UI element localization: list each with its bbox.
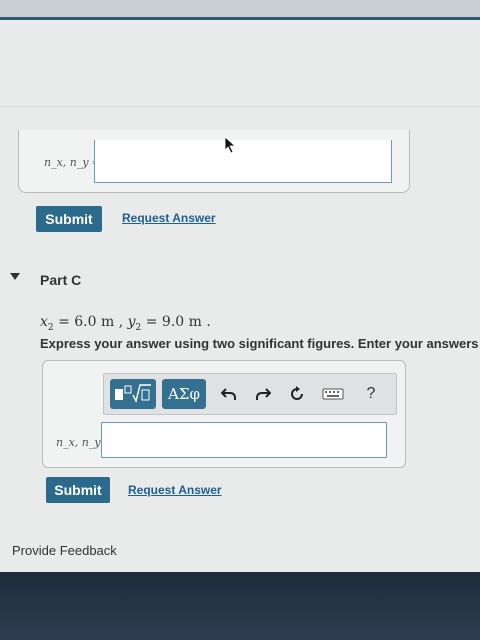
part-b-answer-input[interactable] (94, 140, 392, 183)
redo-icon (256, 388, 271, 400)
reset-button[interactable] (284, 379, 310, 409)
templates-sqrt-icon (115, 384, 151, 404)
part-c-collapse-toggle-icon[interactable] (10, 273, 20, 280)
part-c-title: Part C (40, 272, 82, 288)
part-c-answer-input[interactable] (101, 422, 387, 458)
mouse-pointer-icon (224, 136, 237, 154)
y-symbol: y (127, 314, 136, 330)
part-b-request-answer-link[interactable]: Request Answer (122, 211, 216, 225)
help-button[interactable]: ? (358, 379, 384, 409)
part-b-answer-label: n_x, n_y = (44, 156, 102, 169)
y-value: = 9.0 m . (141, 314, 211, 330)
templates-button[interactable] (110, 379, 156, 409)
part-c-given-values: x2 = 6.0 m , y2 = 9.0 m . (40, 314, 211, 333)
part-b-submit-button[interactable]: Submit (36, 206, 102, 232)
part-c-request-answer-link[interactable]: Request Answer (128, 483, 222, 497)
greek-symbols-button[interactable]: ΑΣφ (162, 379, 206, 409)
reset-icon (291, 386, 303, 400)
keyboard-icon (322, 388, 344, 400)
redo-button[interactable] (250, 379, 276, 409)
x-value: = 6.0 m , (53, 314, 128, 330)
undo-button[interactable] (216, 379, 242, 409)
monitor-bezel (0, 572, 480, 640)
part-c-submit-button[interactable]: Submit (46, 477, 110, 503)
undo-icon (221, 388, 236, 400)
math-toolbar: ΑΣφ ? (103, 373, 397, 415)
page-top-band (0, 0, 480, 18)
section-divider (0, 106, 480, 107)
provide-feedback-link[interactable]: Provide Feedback (12, 543, 117, 558)
header-rule (0, 17, 480, 20)
keyboard-button[interactable] (318, 379, 348, 409)
x-symbol: x (40, 314, 48, 330)
part-c-instruction: Express your answer using two significan… (40, 336, 480, 351)
